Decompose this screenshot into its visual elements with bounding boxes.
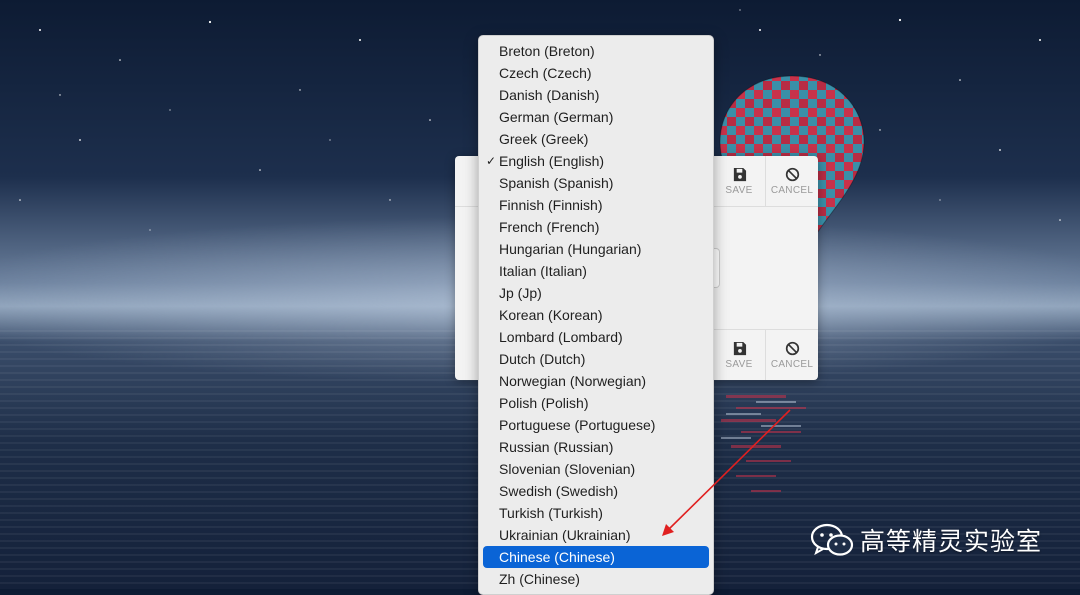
language-option-label: French (French) — [499, 219, 600, 235]
language-option[interactable]: Turkish (Turkish) — [483, 502, 709, 524]
language-option-label: Greek (Greek) — [499, 131, 589, 147]
language-option-label: Turkish (Turkish) — [499, 505, 603, 521]
language-option-label: Norwegian (Norwegian) — [499, 373, 647, 389]
language-option[interactable]: Breton (Breton) — [483, 40, 709, 62]
language-option[interactable]: Ukrainian (Ukrainian) — [483, 524, 709, 546]
language-option[interactable]: Finnish (Finnish) — [483, 194, 709, 216]
language-option[interactable]: German (German) — [483, 106, 709, 128]
ban-icon — [785, 167, 799, 181]
language-option-label: English (English) — [499, 153, 605, 169]
ban-icon — [785, 341, 799, 355]
floppy-disk-icon — [733, 341, 746, 355]
save-button-label: SAVE — [725, 184, 753, 196]
dialog-toolbar-bottom: SAVE CANCEL — [712, 329, 818, 380]
language-option[interactable]: Hungarian (Hungarian) — [483, 238, 709, 260]
language-option-label: Swedish (Swedish) — [499, 483, 619, 499]
language-option-label: Russian (Russian) — [499, 439, 614, 455]
language-option-label: Italian (Italian) — [499, 263, 587, 279]
language-option[interactable]: Italian (Italian) — [483, 260, 709, 282]
language-option[interactable]: Jp (Jp) — [483, 282, 709, 304]
language-option[interactable]: Dutch (Dutch) — [483, 348, 709, 370]
language-option-label: Slovenian (Slovenian) — [499, 461, 636, 477]
cancel-button[interactable]: CANCEL — [765, 156, 818, 206]
floppy-disk-icon — [733, 167, 746, 181]
cancel-button-label: CANCEL — [770, 184, 814, 196]
language-option-label: Breton (Breton) — [499, 43, 595, 59]
language-option-label: Portuguese (Portuguese) — [499, 417, 656, 433]
language-option-label: Hungarian (Hungarian) — [499, 241, 642, 257]
language-option-label: Jp (Jp) — [499, 285, 542, 301]
language-option[interactable]: Lombard (Lombard) — [483, 326, 709, 348]
language-option[interactable]: Norwegian (Norwegian) — [483, 370, 709, 392]
save-button-label: SAVE — [725, 358, 753, 370]
language-option[interactable]: Chinese (Chinese) — [483, 546, 709, 568]
wechat-watermark: 高等精灵实验室 — [810, 522, 1042, 558]
language-option-label: Ukrainian (Ukrainian) — [499, 527, 631, 543]
language-dropdown-menu: Breton (Breton) Czech (Czech) Danish (Dani… — [478, 35, 714, 595]
language-option-label: Dutch (Dutch) — [499, 351, 586, 367]
language-option-label: Finnish (Finnish) — [499, 197, 603, 213]
watermark-text: 高等精灵实验室 — [860, 528, 1043, 556]
language-option-label: German (German) — [499, 109, 614, 125]
balloon-reflection — [721, 395, 806, 492]
language-option[interactable]: ✓ English (English) — [483, 150, 709, 172]
language-option[interactable]: Greek (Greek) — [483, 128, 709, 150]
language-option[interactable]: Danish (Danish) — [483, 84, 709, 106]
language-option-label: Danish (Danish) — [499, 87, 600, 103]
language-option[interactable]: Slovenian (Slovenian) — [483, 458, 709, 480]
language-option[interactable]: Korean (Korean) — [483, 304, 709, 326]
language-option[interactable]: Swedish (Swedish) — [483, 480, 709, 502]
cancel-button-bottom[interactable]: CANCEL — [765, 330, 818, 380]
language-option[interactable]: Russian (Russian) — [483, 436, 709, 458]
language-option-label: Czech (Czech) — [499, 65, 592, 81]
checkmark-icon: ✓ — [486, 154, 497, 168]
wechat-icon — [810, 523, 854, 556]
language-option-label: Zh (Chinese) — [499, 571, 580, 587]
language-option[interactable]: Portuguese (Portuguese) — [483, 414, 709, 436]
language-option[interactable]: Czech (Czech) — [483, 62, 709, 84]
language-option[interactable]: Polish (Polish) — [483, 392, 709, 414]
dialog-toolbar-top: SAVE CANCEL — [712, 156, 818, 207]
save-button-bottom[interactable]: SAVE — [712, 330, 765, 380]
language-option-label: Chinese (Chinese) — [499, 549, 615, 565]
language-option-label: Spanish (Spanish) — [499, 175, 614, 191]
language-option[interactable]: French (French) — [483, 216, 709, 238]
language-option-label: Polish (Polish) — [499, 395, 589, 411]
language-option[interactable]: Spanish (Spanish) — [483, 172, 709, 194]
language-option-label: Lombard (Lombard) — [499, 329, 623, 345]
language-option-label: Korean (Korean) — [499, 307, 603, 323]
save-button[interactable]: SAVE — [712, 156, 765, 206]
cancel-button-label: CANCEL — [770, 358, 814, 370]
language-option[interactable]: Zh (Chinese) — [483, 568, 709, 590]
